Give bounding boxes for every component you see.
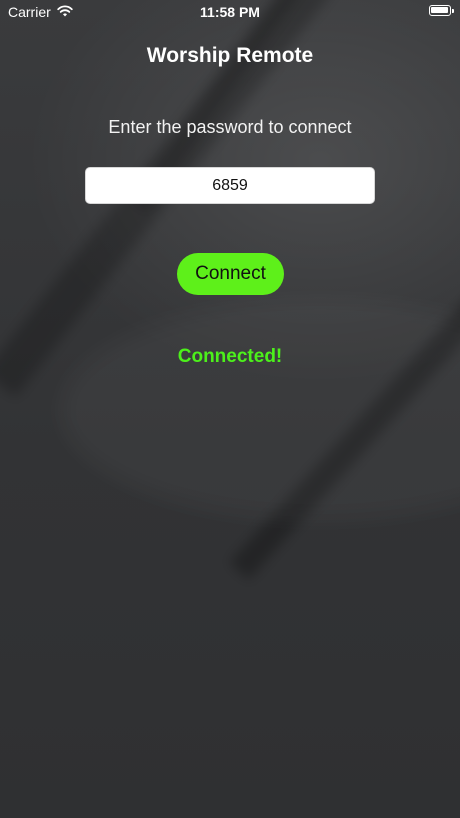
status-bar: Carrier 11:58 PM [0, 0, 460, 24]
status-right [429, 5, 454, 16]
background-glow [60, 300, 460, 520]
connect-button[interactable]: Connect [177, 253, 284, 295]
battery-icon [429, 5, 454, 16]
page-title: Worship Remote [146, 44, 314, 67]
password-input[interactable] [85, 167, 375, 204]
connection-status: Connected! [177, 346, 283, 367]
status-time: 11:58 PM [200, 4, 260, 20]
password-prompt: Enter the password to connect [108, 117, 352, 137]
